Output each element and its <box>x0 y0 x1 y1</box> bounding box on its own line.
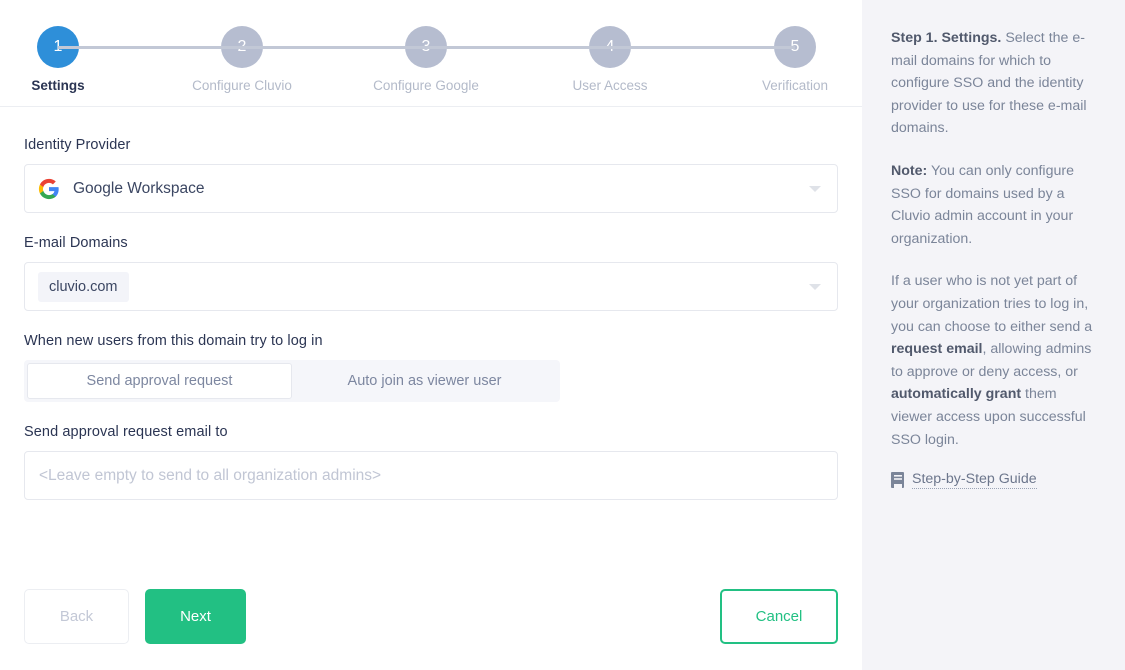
settings-form: Identity Provider Google Workspace E-mai… <box>0 107 862 500</box>
step-by-step-guide-label[interactable]: Step-by-Step Guide <box>912 471 1037 490</box>
next-button[interactable]: Next <box>145 589 246 644</box>
stepper-connector-3 <box>426 46 610 49</box>
step-1-settings[interactable]: 1 Settings <box>0 26 118 93</box>
step-3-label: Configure Google <box>373 78 479 93</box>
help-paragraph-new-user: If a user who is not yet part of your or… <box>891 270 1100 451</box>
stepper-track: 1 Settings 2 Configure Cluvio 3 Configur… <box>0 0 862 106</box>
email-domains-label: E-mail Domains <box>24 235 128 251</box>
help-newuser-bold1: request email <box>891 341 983 358</box>
field-email-domains: E-mail Domains cluvio.com <box>24 235 838 311</box>
new-user-policy-label: When new users from this domain try to l… <box>24 333 323 349</box>
segment-auto-join-as-viewer-user[interactable]: Auto join as viewer user <box>292 363 557 399</box>
identity-provider-select[interactable]: Google Workspace <box>24 164 838 213</box>
chevron-down-icon[interactable] <box>809 283 821 290</box>
identity-provider-value: Google Workspace <box>73 179 205 197</box>
main-content: 1 Settings 2 Configure Cluvio 3 Configur… <box>0 0 862 670</box>
step-2-label: Configure Cluvio <box>192 78 292 93</box>
help-step-lead: Step 1. Settings. <box>891 30 1002 46</box>
wizard-footer: Back Next Cancel <box>24 589 838 644</box>
step-5-verification[interactable]: 5 Verification <box>735 26 855 93</box>
help-panel: Step 1. Settings. Select the e-mail doma… <box>862 0 1125 670</box>
domain-tag[interactable]: cluvio.com <box>38 271 129 302</box>
help-note-lead: Note: <box>891 162 928 179</box>
field-approval-email: Send approval request email to <box>24 424 838 500</box>
book-icon <box>891 472 904 489</box>
google-g-icon <box>38 178 59 199</box>
cancel-button[interactable]: Cancel <box>720 589 838 644</box>
approval-email-label: Send approval request email to <box>24 424 228 440</box>
email-domains-select[interactable]: cluvio.com <box>24 262 838 311</box>
stepper-connector-2 <box>242 46 426 49</box>
step-3-configure-google[interactable]: 3 Configure Google <box>366 26 486 93</box>
stepper-connector-4 <box>610 46 795 49</box>
field-identity-provider: Identity Provider Google Workspace <box>24 137 838 213</box>
approval-email-input[interactable] <box>24 451 838 500</box>
step-2-configure-cluvio[interactable]: 2 Configure Cluvio <box>182 26 302 93</box>
step-5-label: Verification <box>761 78 829 93</box>
step-4-user-access[interactable]: 4 User Access <box>550 26 670 93</box>
identity-provider-label: Identity Provider <box>24 137 131 153</box>
step-4-label: User Access <box>572 78 648 93</box>
segment-send-approval-request[interactable]: Send approval request <box>27 363 292 399</box>
help-newuser-bold2: automatically grant <box>891 386 1022 403</box>
help-paragraph-note: Note: You can only configure SSO for dom… <box>891 160 1100 250</box>
help-newuser-part1: If a user who is not yet part of your or… <box>891 273 1093 335</box>
sso-setup-wizard: 1 Settings 2 Configure Cluvio 3 Configur… <box>0 0 1125 670</box>
chevron-down-icon[interactable] <box>809 185 821 192</box>
step-1-label: Settings <box>31 78 85 93</box>
stepper-connector-1 <box>58 46 242 49</box>
back-button[interactable]: Back <box>24 589 129 644</box>
new-user-policy-segmented-control: Send approval request Auto join as viewe… <box>24 360 560 402</box>
field-new-user-policy: When new users from this domain try to l… <box>24 333 838 402</box>
wizard-stepper: 1 Settings 2 Configure Cluvio 3 Configur… <box>0 0 862 107</box>
step-by-step-guide-link[interactable]: Step-by-Step Guide <box>891 471 1100 490</box>
help-paragraph-step-description: Step 1. Settings. Select the e-mail doma… <box>891 27 1100 140</box>
